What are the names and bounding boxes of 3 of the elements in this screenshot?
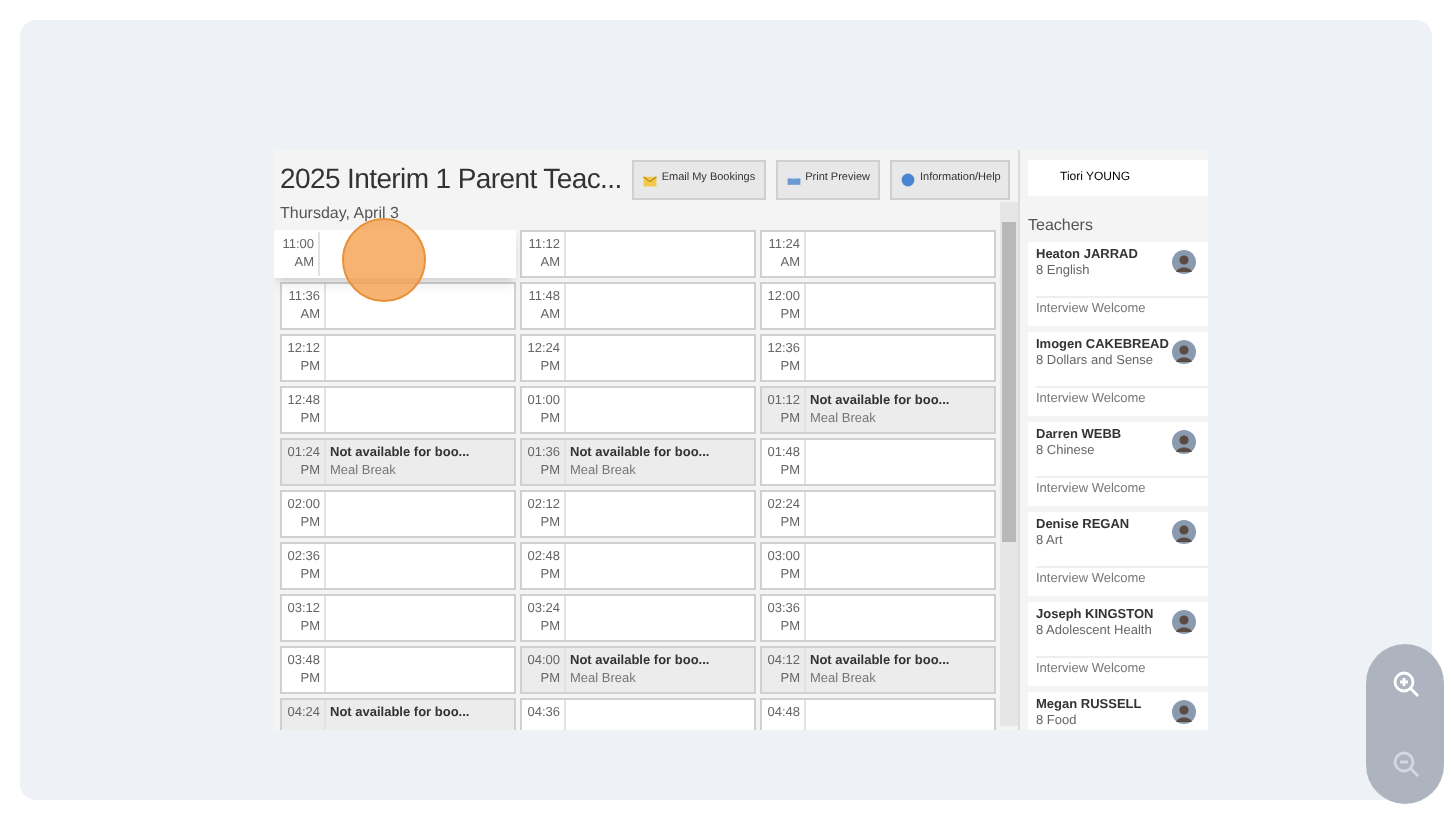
window-title: 2025 Interim 1 Parent Teac... bbox=[280, 160, 622, 198]
date-label: Thursday, April 3 bbox=[280, 202, 401, 226]
teachers-heading: Teachers bbox=[1028, 214, 1095, 238]
